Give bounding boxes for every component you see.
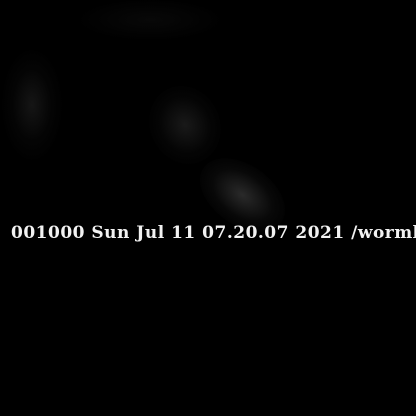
background-glow xyxy=(80,0,220,40)
background-glow xyxy=(136,73,234,177)
background-glow xyxy=(2,50,62,160)
camera-frame: 001000 Sun Jul 11 07.20.07 2021 /wormb xyxy=(0,0,416,416)
timestamp-caption: 001000 Sun Jul 11 07.20.07 2021 /wormb xyxy=(11,223,416,243)
